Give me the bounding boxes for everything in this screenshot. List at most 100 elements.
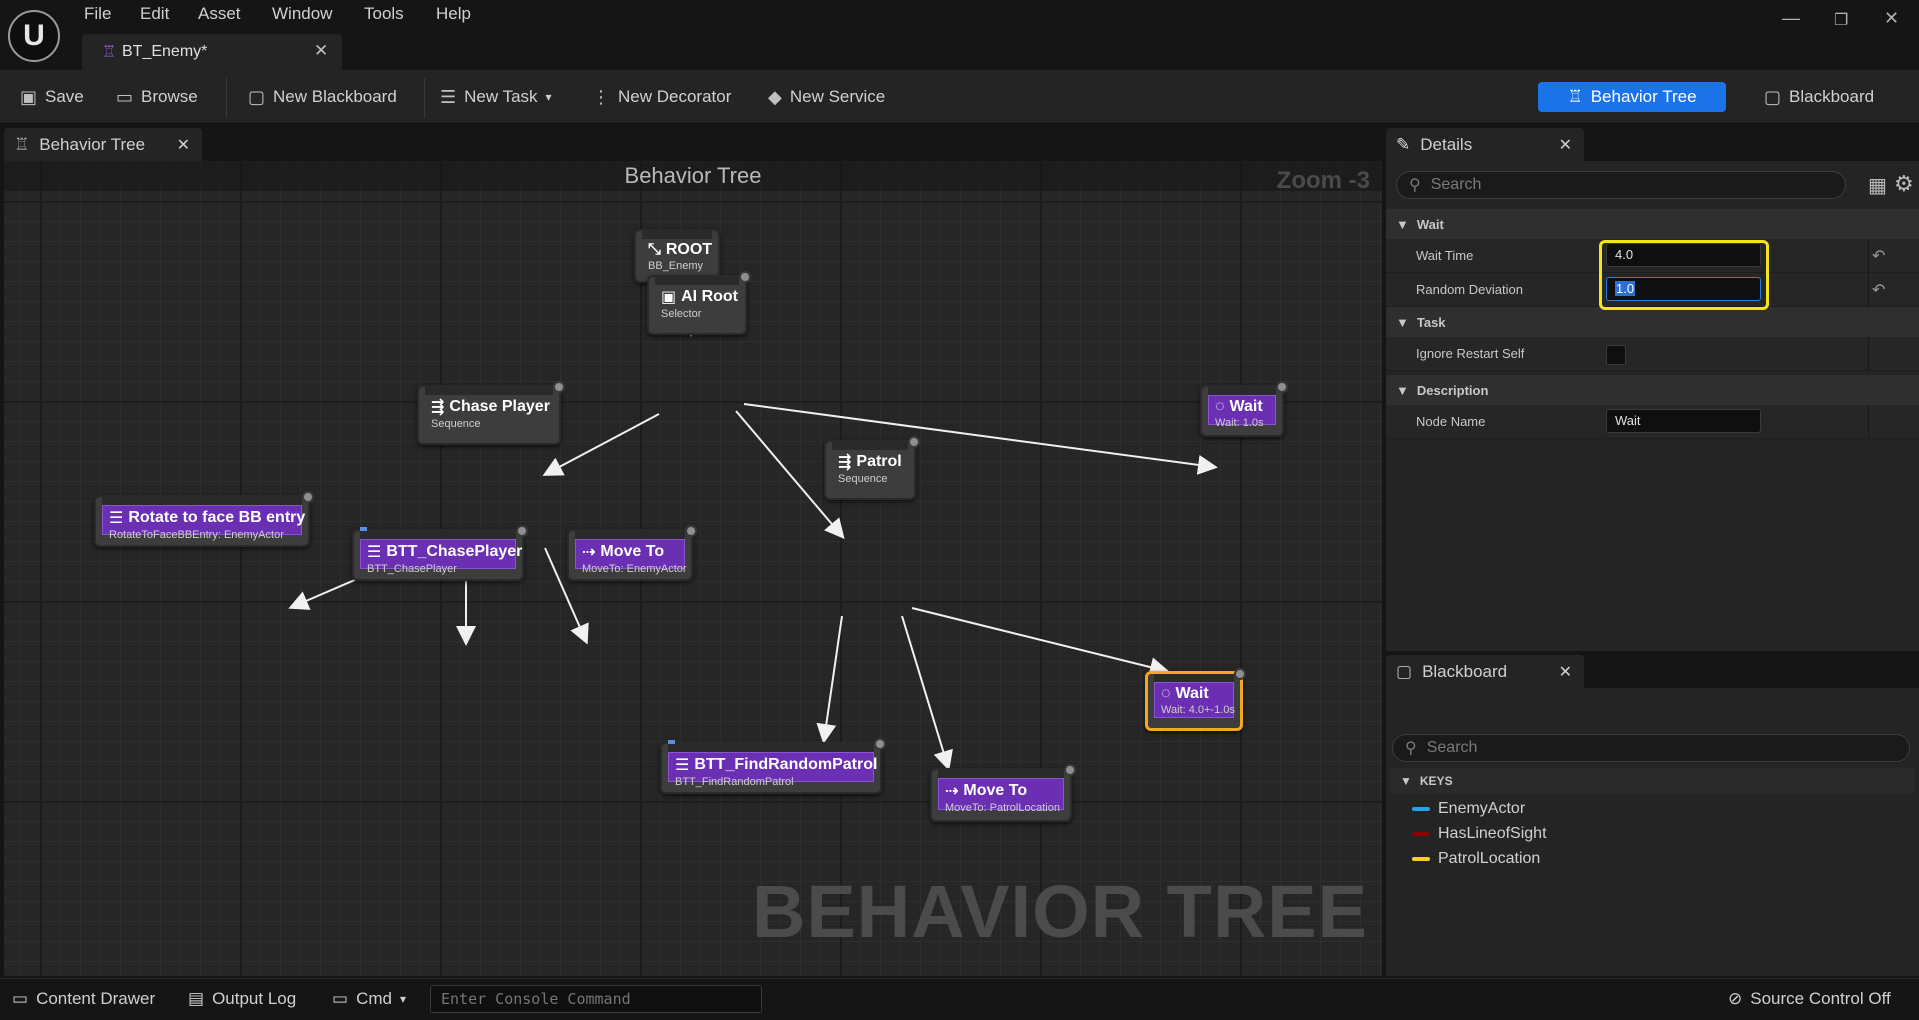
sequence-icon: ⇶ [838, 454, 852, 471]
selector-icon: ▣ [661, 289, 677, 306]
toolbar-divider [226, 78, 227, 118]
blackboard-tab-bar: ▢ Blackboard ✕ [1386, 651, 1919, 688]
behavior-tree-graph[interactable]: Behavior Tree Zoom -3 BEHAVIOR TREE ⤡ ROO… [4, 161, 1382, 976]
folder-icon: ▭ [116, 86, 134, 107]
save-button[interactable]: ▣ Save [20, 84, 84, 110]
blackboard-search-input[interactable]: ⚲ Search [1392, 734, 1910, 762]
category-wait[interactable]: ▼ Wait [1386, 209, 1919, 239]
content-drawer-button[interactable]: ▭ Content Drawer [12, 989, 155, 1009]
menu-edit[interactable]: Edit [140, 4, 169, 24]
category-task[interactable]: ▼ Task [1386, 307, 1919, 337]
keys-header[interactable]: ▼ KEYS [1390, 768, 1914, 794]
status-bar: ▭Content Drawer ▤Output Log ▭Cmd▾ ⊘Sourc… [0, 978, 1919, 1020]
expand-arrow-icon: ▼ [1396, 314, 1409, 330]
sequence-icon: ⇶ [431, 399, 445, 416]
new-decorator-button[interactable]: ⋮ New Decorator [592, 84, 731, 110]
node-btt-findrandompatrol[interactable]: ☰ BTT_FindRandomPatrol BTT_FindRandomPatr… [660, 738, 886, 794]
node-ai-root[interactable]: ▣ AI Root Selector [647, 271, 751, 335]
node-breakpoint-dot [908, 436, 920, 448]
toolbar: ▣ Save ▭ Browse ▢ New Blackboard ☰ New Task ▾… [0, 70, 1919, 124]
output-log-button[interactable]: ▤ Output Log [188, 989, 296, 1009]
blackboard-key-haslineofsight[interactable]: HasLineofSight [1412, 825, 1547, 843]
terminal-icon: ▭ [332, 989, 349, 1008]
tree-icon: ♖ [14, 134, 30, 154]
ignore-restart-self-checkbox[interactable] [1606, 345, 1626, 365]
node-name-field[interactable]: Wait [1606, 409, 1761, 433]
node-breakpoint-dot [302, 491, 314, 503]
search-icon: ⚲ [1405, 740, 1417, 757]
new-service-button[interactable]: ◆ New Service [768, 84, 885, 110]
console-command-input[interactable] [430, 985, 762, 1013]
close-window-icon[interactable]: ✕ [1884, 8, 1899, 29]
details-search-input[interactable]: ⚲ Search [1396, 171, 1846, 199]
node-breakpoint-dot [685, 525, 697, 537]
node-breakpoint-dot [1064, 764, 1076, 776]
node-move-to-enemy[interactable]: ⇢ Move To MoveTo: EnemyActor [567, 525, 697, 581]
close-tab-icon[interactable]: ✕ [1559, 662, 1572, 682]
close-tab-icon[interactable]: ✕ [314, 41, 328, 61]
node-breakpoint-dot [553, 381, 565, 393]
service-icon: ◆ [768, 86, 782, 107]
tab-blackboard[interactable]: ▢ Blackboard ✕ [1386, 655, 1584, 688]
node-rotate-to-face[interactable]: ☰ Rotate to face BB entry RotateToFaceBBE… [94, 491, 314, 547]
menu-asset[interactable]: Asset [198, 4, 241, 24]
blackboard-icon: ▢ [248, 86, 266, 107]
cmd-dropdown[interactable]: ▭ Cmd ▾ [332, 989, 406, 1009]
new-blackboard-button[interactable]: ▢ New Blackboard [248, 84, 397, 110]
task-icon: ☰ [367, 544, 382, 561]
category-description[interactable]: ▼ Description [1386, 375, 1919, 405]
node-chase-player[interactable]: ⇶ Chase Player Sequence [417, 381, 565, 445]
new-task-button[interactable]: ☰ New Task ▾ [440, 84, 552, 110]
node-wait[interactable]: ◌ Wait Wait: 1.0s [1200, 381, 1288, 437]
node-btt-chaseplayer[interactable]: ☰ BTT_ChasePlayer BTT_ChasePlayer [352, 525, 528, 581]
blackboard-key-enemyactor[interactable]: EnemyActor [1412, 800, 1525, 818]
tab-details[interactable]: ✎ Details ✕ [1386, 128, 1584, 161]
save-icon: ▣ [20, 86, 38, 107]
tree-icon: ♖ [1567, 87, 1583, 106]
node-breakpoint-dot [874, 738, 886, 750]
no-entry-icon: ⊘ [1728, 989, 1743, 1008]
mode-blackboard-button[interactable]: ▢ Blackboard [1764, 84, 1874, 110]
blackboard-key-patrollocation[interactable]: PatrolLocation [1412, 850, 1540, 868]
graph-tab-bar: ♖ Behavior Tree ✕ [0, 124, 1386, 161]
restore-icon[interactable]: ❐ [1834, 10, 1848, 30]
pencil-icon: ✎ [1396, 134, 1411, 154]
browse-button[interactable]: ▭ Browse [116, 84, 198, 110]
close-tab-icon[interactable]: ✕ [177, 135, 190, 155]
wait-icon: ◌ [1215, 398, 1225, 415]
wire [542, 413, 660, 476]
node-breakpoint-dot [1276, 381, 1288, 393]
node-patrol[interactable]: ⇶ Patrol Sequence [824, 436, 920, 500]
document-tab[interactable]: ♖ BT_Enemy* ✕ [82, 34, 342, 70]
task-icon: ☰ [675, 757, 690, 774]
task-icon: ☰ [109, 510, 124, 527]
node-wait-selected[interactable]: ◌ Wait Wait: 4.0+-1.0s [1145, 668, 1246, 731]
vector-key-icon [1412, 857, 1430, 861]
toolbar-divider [424, 78, 425, 118]
log-icon: ▤ [188, 989, 205, 1008]
table-view-icon[interactable]: ▦ [1868, 173, 1887, 198]
menu-file[interactable]: File [84, 4, 111, 24]
unreal-logo-icon[interactable]: U [8, 10, 60, 62]
mode-behavior-tree-button[interactable]: ♖ Behavior Tree [1538, 82, 1726, 112]
menu-window[interactable]: Window [272, 4, 332, 24]
behavior-tree-asset-icon: ♖ [102, 44, 117, 61]
wire [816, 615, 843, 744]
gear-icon[interactable]: ⚙ [1894, 171, 1914, 197]
expand-arrow-icon: ▼ [1396, 382, 1409, 398]
chevron-down-icon: ▾ [545, 90, 552, 104]
reset-to-default-icon[interactable]: ↶ [1872, 246, 1885, 266]
tab-behavior-tree[interactable]: ♖ Behavior Tree ✕ [4, 128, 202, 161]
reset-to-default-icon[interactable]: ↶ [1872, 280, 1885, 300]
menu-help[interactable]: Help [436, 4, 471, 24]
details-tab-bar: ✎ Details ✕ [1386, 124, 1919, 161]
expand-arrow-icon: ▼ [1400, 774, 1412, 788]
node-move-to-patrol[interactable]: ⇢ Move To MoveTo: PatrolLocation [930, 764, 1076, 822]
move-icon: ⇢ [945, 783, 959, 800]
menu-tools[interactable]: Tools [364, 4, 404, 24]
close-tab-icon[interactable]: ✕ [1559, 135, 1572, 155]
source-control-button[interactable]: ⊘ Source Control Off [1728, 989, 1891, 1009]
minimize-icon[interactable]: — [1782, 8, 1800, 29]
search-icon: ⚲ [1409, 177, 1421, 194]
move-icon: ⇢ [582, 544, 596, 561]
